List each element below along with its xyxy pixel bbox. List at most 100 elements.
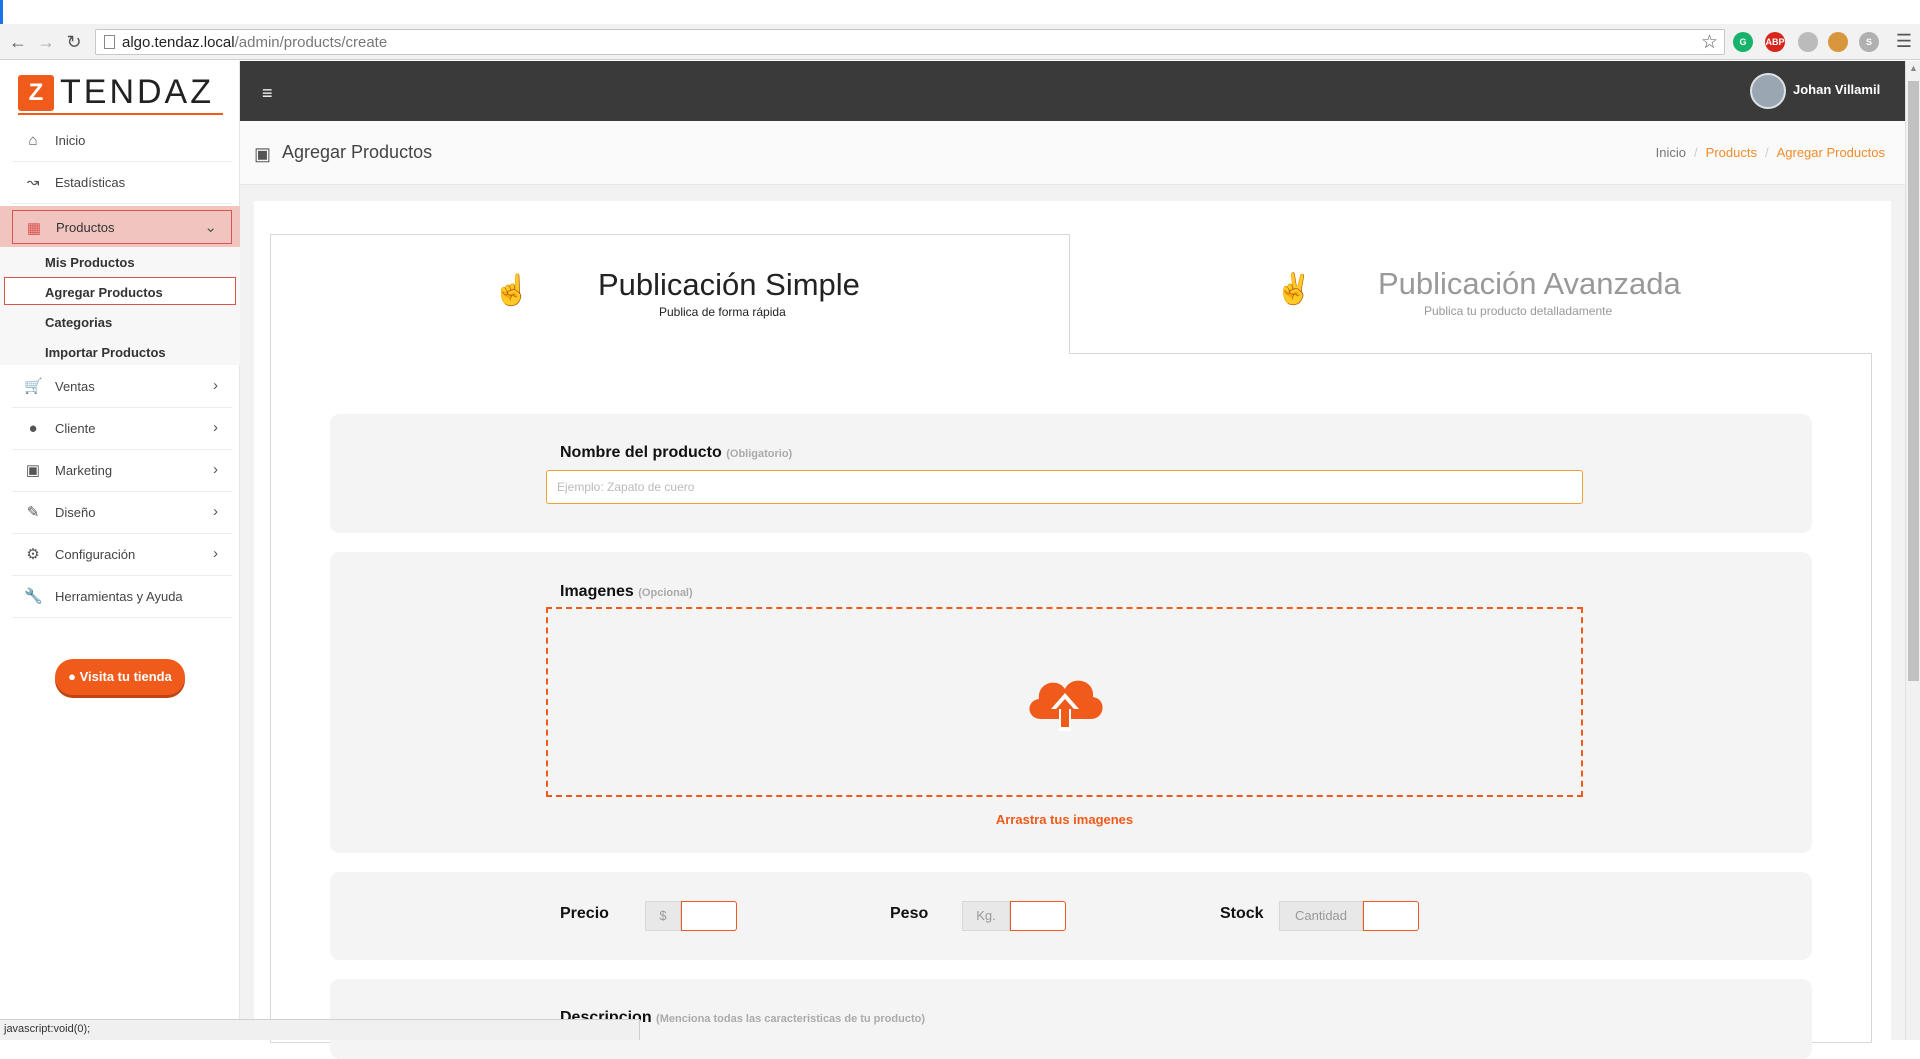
visit-store-label: Visita tu tienda (79, 669, 172, 684)
cog-icon: ⚙ (26, 546, 40, 563)
tab-advanced-title: Publicación Avanzada (1378, 266, 1681, 301)
image-dropzone[interactable] (546, 607, 1583, 797)
chevron-right-icon: › (213, 545, 218, 562)
sidebar-item-label: Productos (56, 220, 115, 235)
tab-advanced-subtitle: Publica tu producto detalladamente (1424, 304, 1613, 318)
pencil-icon: ✎ (26, 504, 40, 521)
skype-icon[interactable]: S (1859, 32, 1879, 52)
price-input[interactable] (681, 901, 737, 931)
images-label: Imagenes (Opcional) (560, 583, 693, 601)
grammarly-icon[interactable]: G (1733, 32, 1753, 52)
forward-icon[interactable]: → (34, 30, 58, 54)
sidebar-item-productos[interactable]: ▦ Productos ⌄ (12, 210, 232, 244)
sidebar-item-inicio[interactable]: ⌂ Inicio (12, 120, 232, 162)
stock-quantity-addon: Cantidad (1279, 901, 1363, 931)
section-pricing (330, 872, 1812, 960)
visit-store-button[interactable]: ● Visita tu tienda (55, 659, 185, 695)
basket-icon: ▣ (254, 144, 272, 164)
avatar[interactable] (1750, 73, 1786, 109)
tab-simple-subtitle: Publica de forma rápida (659, 305, 786, 319)
reload-icon[interactable]: ↻ (62, 30, 86, 54)
page-icon (104, 35, 115, 49)
breadcrumb: Inicio / Products / Agregar Productos (1656, 145, 1885, 160)
chevron-right-icon: › (213, 503, 218, 520)
admin-topbar: ≡ Johan Villamil (240, 61, 1905, 121)
sidebar-item-cliente[interactable]: ● Cliente › (12, 408, 232, 450)
globe-icon: ● (68, 669, 76, 684)
back-icon[interactable]: ← (6, 30, 30, 54)
tab-indicator (0, 0, 3, 24)
grid-icon: ▦ (26, 220, 42, 237)
user-name[interactable]: Johan Villamil (1793, 82, 1880, 97)
description-hint: (Menciona todas las caracteristicas de t… (656, 1013, 926, 1025)
sidebar-item-herramientas[interactable]: 🔧 Herramientas y Ayuda (12, 576, 232, 618)
url-text: algo.tendaz.local/admin/products/create (122, 34, 387, 51)
sidebar-item-marketing[interactable]: ▣ Marketing › (12, 450, 232, 492)
stock-input[interactable] (1363, 901, 1419, 931)
price-currency-addon: $ (645, 901, 681, 931)
adblock-icon[interactable]: ABP (1765, 32, 1785, 52)
chevron-right-icon: › (213, 377, 218, 394)
sidebar-item-label: Herramientas y Ayuda (55, 589, 183, 604)
url-path: /admin/products/create (234, 34, 388, 51)
scrollbar-thumb[interactable] (1908, 81, 1919, 681)
submenu-categorias[interactable]: Categorias (45, 315, 112, 330)
bookmark-star-icon[interactable]: ☆ (1701, 31, 1718, 54)
browser-status-bar: javascript:void(0); (0, 1019, 640, 1040)
sidebar-item-label: Cliente (55, 421, 96, 436)
user-icon: ● (28, 420, 38, 437)
name-label-text: Nombre del producto (560, 444, 722, 461)
chart-icon: ↝ (26, 174, 40, 191)
page-scrollbar[interactable]: ▲ (1905, 61, 1920, 1040)
tab-simple-title: Publicación Simple (598, 267, 860, 302)
sidebar-item-diseno[interactable]: ✎ Diseño › (12, 492, 232, 534)
sidebar-item-label: Inicio (55, 133, 86, 148)
chevron-right-icon: › (213, 461, 218, 478)
weight-unit-addon: Kg. (962, 901, 1010, 931)
page-title: Agregar Productos (282, 142, 433, 162)
sidebar-item-ventas[interactable]: 🛒 Ventas › (12, 366, 232, 408)
sidebar-item-label: Diseño (55, 505, 96, 520)
page-header: ▣ Agregar Productos Inicio / Products / Agre… (240, 121, 1905, 185)
breadcrumb-products[interactable]: Products (1706, 145, 1757, 160)
scroll-up-icon[interactable]: ▲ (1909, 63, 1918, 73)
breadcrumb-separator: / (1764, 145, 1769, 160)
breadcrumb-separator: / (1694, 145, 1698, 160)
sidebar-item-label: Marketing (55, 463, 113, 478)
peace-hand-icon: ✌ (1275, 273, 1313, 306)
product-name-input[interactable] (546, 470, 1583, 504)
browser-toolbar: ← → ↻ algo.tendaz.local/admin/products/c… (0, 24, 1920, 60)
tendaz-logo[interactable]: Z TENDAZ (18, 73, 223, 115)
sidebar-item-configuracion[interactable]: ⚙ Configuración › (12, 534, 232, 576)
submenu-agregar-productos[interactable]: Agregar Productos (45, 285, 163, 300)
name-hint: (Obligatorio) (726, 448, 793, 460)
sidebar-item-label: Ventas (55, 379, 95, 394)
thumbs-up-icon: ☝ (493, 274, 531, 307)
images-label-text: Imagenes (560, 583, 634, 600)
tab-advanced[interactable]: ✌ Publicación Avanzada Publica tu produc… (1070, 234, 1872, 354)
weight-input[interactable] (1010, 901, 1066, 931)
submenu-importar-productos[interactable]: Importar Productos (45, 345, 166, 360)
breadcrumb-inicio[interactable]: Inicio (1656, 145, 1686, 160)
weight-label: Peso (890, 905, 929, 922)
menu-toggle-icon[interactable]: ≡ (262, 83, 273, 104)
sidebar-item-estadisticas[interactable]: ↝ Estadísticas (12, 162, 232, 204)
name-label: Nombre del producto (Obligatorio) (560, 444, 792, 462)
logo-mark: Z (18, 75, 54, 111)
tab-simple[interactable]: ☝ Publicación Simple Publica de forma rá… (270, 234, 1070, 354)
cart-icon: 🛒 (24, 378, 43, 395)
stock-label: Stock (1220, 905, 1264, 922)
cloud-upload-icon (1029, 680, 1103, 731)
price-label: Precio (560, 905, 609, 922)
chrome-menu-icon[interactable]: ☰ (1896, 31, 1912, 52)
images-hint: (Opcional) (638, 587, 693, 599)
chevron-right-icon: › (213, 419, 218, 436)
home-icon: ⌂ (28, 132, 38, 149)
url-host: algo.tendaz.local (122, 34, 235, 51)
address-bar[interactable]: algo.tendaz.local/admin/products/create … (95, 29, 1725, 55)
dropzone-caption: Arrastra tus imagenes (995, 812, 1134, 827)
breadcrumb-current: Agregar Productos (1776, 145, 1885, 160)
puzzle-icon[interactable] (1798, 32, 1818, 52)
cookie-icon[interactable] (1828, 32, 1848, 52)
submenu-mis-productos[interactable]: Mis Productos (45, 255, 135, 270)
